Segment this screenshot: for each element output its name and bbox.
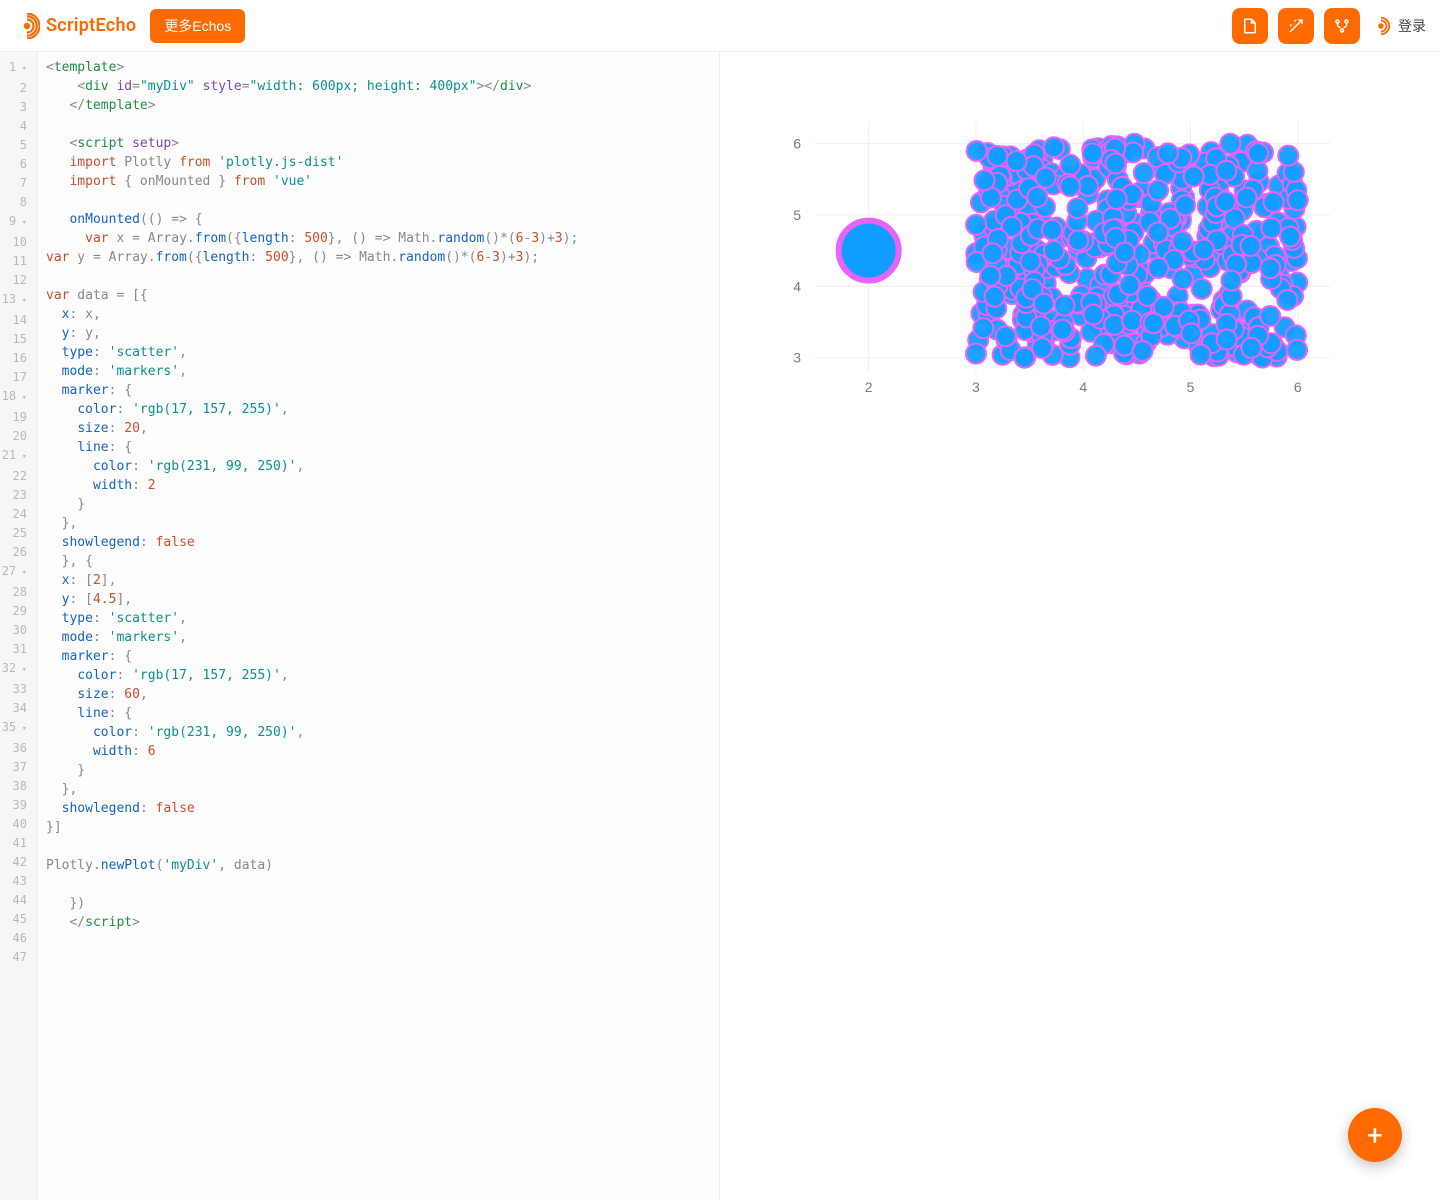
svg-text:3: 3 [972, 379, 980, 395]
branch-button[interactable] [1324, 8, 1360, 44]
brand-name-label: ScriptEcho [46, 15, 136, 36]
more-echos-button[interactable]: 更多Echos [150, 9, 245, 43]
scatter-chart[interactable]: 2 3 4 5 6 3 4 5 6 [760, 112, 1340, 512]
add-fab-button[interactable]: + [1348, 1108, 1402, 1162]
svg-text:6: 6 [1294, 379, 1302, 395]
svg-text:3: 3 [793, 350, 801, 366]
brand[interactable]: ScriptEcho [14, 13, 136, 39]
file-icon [1241, 17, 1259, 35]
editor-code[interactable]: <template> <div id="myDiv" style="width:… [38, 52, 586, 1200]
login-label: 登录 [1398, 16, 1426, 36]
svg-text:4: 4 [1079, 379, 1087, 395]
topbar: ScriptEcho 更多Echos 登录 [0, 0, 1440, 52]
editor-gutter: 1234567891011121314151617181920212223242… [0, 52, 38, 1200]
svg-text:6: 6 [793, 135, 801, 151]
login-logo-icon [1370, 15, 1392, 37]
branch-icon [1333, 17, 1351, 35]
svg-text:2: 2 [865, 379, 873, 395]
svg-text:5: 5 [793, 207, 801, 223]
login-link[interactable]: 登录 [1370, 15, 1426, 37]
new-file-button[interactable] [1232, 8, 1268, 44]
brand-logo-icon [14, 13, 40, 39]
workspace: 1234567891011121314151617181920212223242… [0, 52, 1440, 1200]
wand-icon [1287, 17, 1305, 35]
svg-text:4: 4 [793, 278, 801, 294]
code-editor[interactable]: 1234567891011121314151617181920212223242… [0, 52, 720, 1200]
topbar-right: 登录 [1232, 8, 1426, 44]
svg-text:5: 5 [1187, 379, 1195, 395]
magic-button[interactable] [1278, 8, 1314, 44]
preview-pane: 2 3 4 5 6 3 4 5 6 [720, 52, 1440, 1200]
plus-icon: + [1367, 1119, 1383, 1152]
